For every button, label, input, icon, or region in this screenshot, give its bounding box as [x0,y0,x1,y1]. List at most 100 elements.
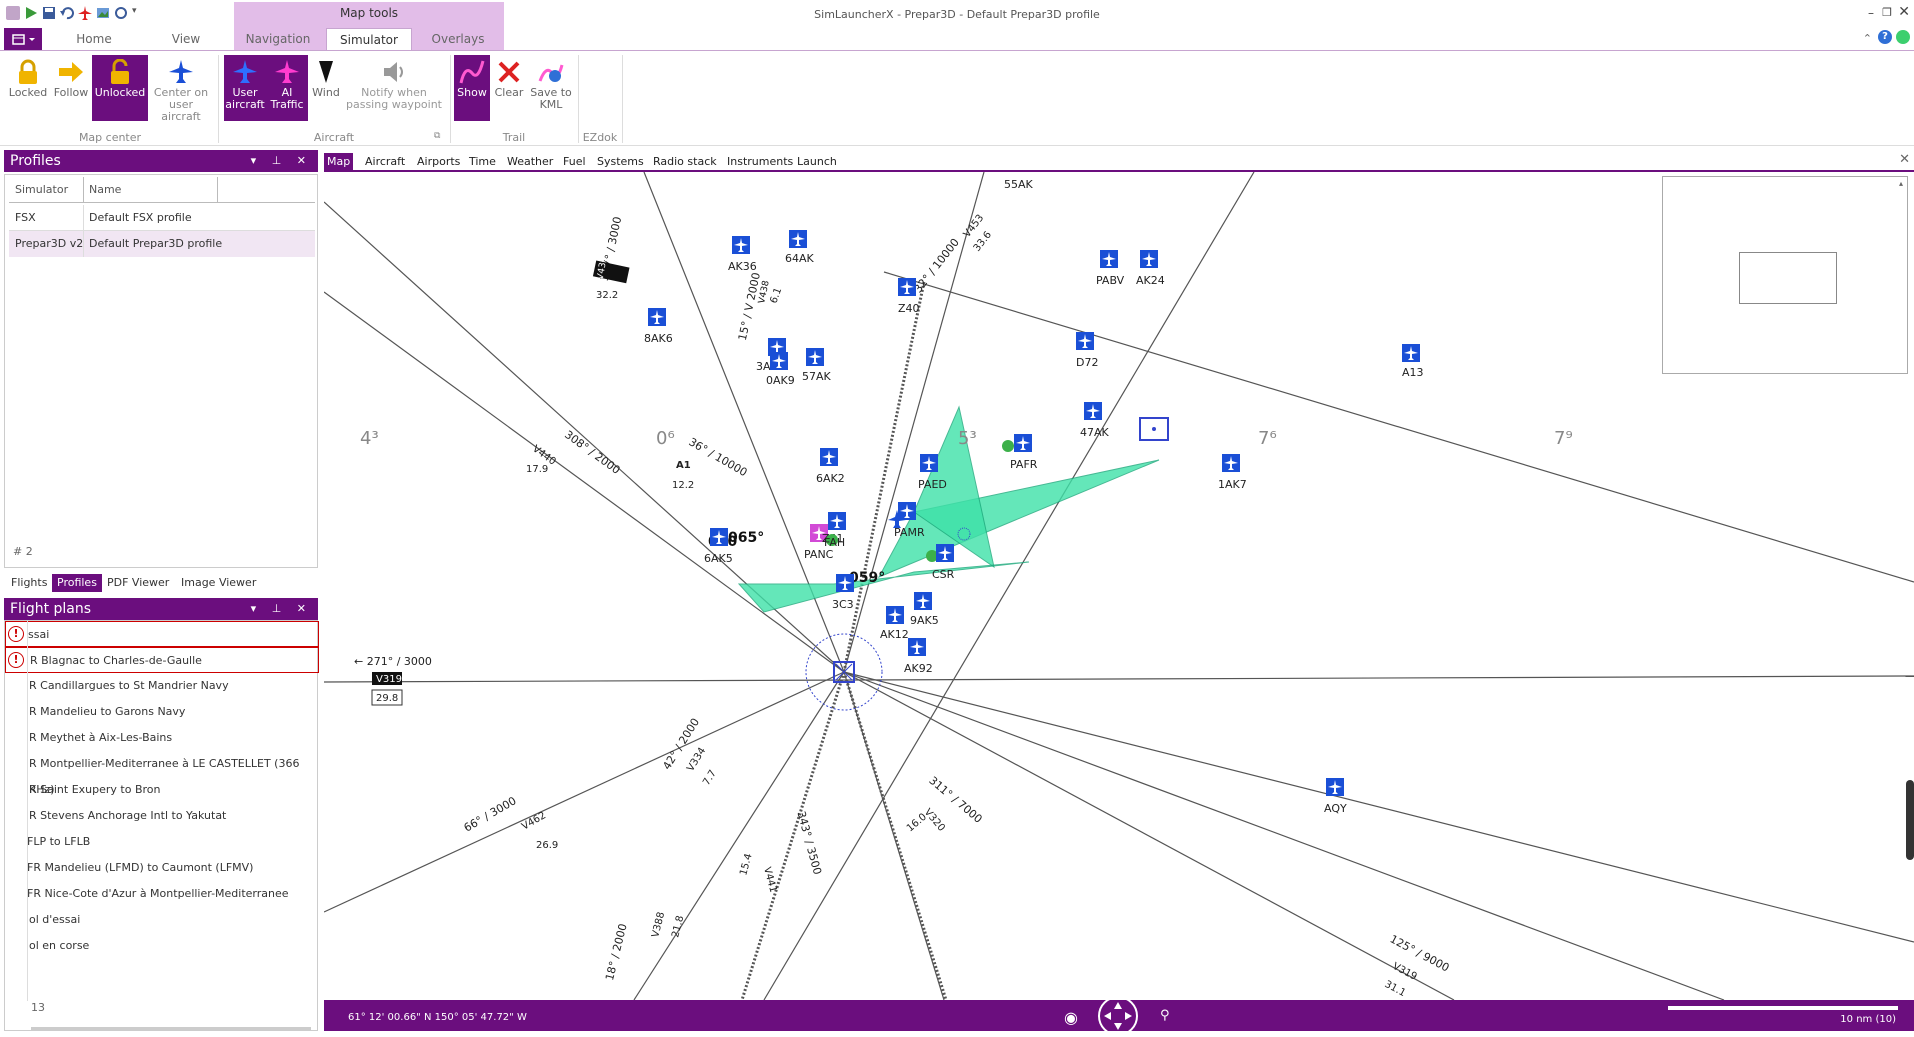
column-divider [83,177,84,203]
left-panel-tabs: Flights Profiles PDF Viewer Image Viewer [4,574,318,592]
flight-plan-item[interactable]: ol d'essai [5,907,319,933]
tab-radio-stack[interactable]: Radio stack [650,153,720,170]
flight-plan-item[interactable]: R Candillargues to St Mandrier Navy [5,673,319,699]
clear-trail-button[interactable]: Clear [490,55,528,121]
tab-instruments[interactable]: Instruments [724,153,796,170]
panel-controls[interactable]: ▾ ⊥ ✕ [251,598,312,620]
minimap-viewport[interactable] [1739,252,1837,304]
airport-a13: A13 [1402,344,1424,379]
tab-time[interactable]: Time [466,153,499,170]
flight-plan-item[interactable]: R Stevens Anchorage Intl to Yakutat [5,803,319,829]
flight-plan-item[interactable]: FLP to LFLB [5,829,319,855]
svg-text:AK12: AK12 [880,628,909,641]
svg-text:PANC: PANC [804,548,834,561]
svg-text:AK36: AK36 [728,260,757,273]
minimap-collapse-icon[interactable]: ▴ [1899,179,1903,188]
column-header-simulator[interactable]: Simulator [15,177,68,203]
horizontal-scrollbar[interactable] [31,1027,311,1030]
side-panel-handle[interactable] [1906,780,1914,860]
group-label-ezdok: EZdok [582,131,618,144]
svg-text:PABV: PABV [1096,274,1125,287]
unlocked-button[interactable]: Unlocked [92,55,148,121]
close-map-tab-icon[interactable]: ✕ [1899,152,1910,167]
user-aircraft-button[interactable]: User aircraft [224,55,266,121]
tab-navigation[interactable]: Navigation [236,28,320,50]
flight-plans-panel-title: Flight plans [10,601,92,617]
flight-plan-item[interactable]: R Montpellier-Mediterranee à LE CASTELLE… [5,751,319,796]
locked-button[interactable]: Locked [6,55,50,121]
zoom-icon[interactable]: ⚲ [1160,1008,1170,1023]
collapse-ribbon-icon[interactable]: ⌃ [1863,32,1872,45]
center-on-user-aircraft-button[interactable]: Center on user aircraft [148,55,214,123]
tab-flights[interactable]: Flights [6,574,52,592]
flight-plans-panel: ! ssai ! R Blagnac to Charles-de-Gaulle R … [4,620,319,1031]
profiles-grid-header: Simulator Name [9,177,315,203]
flight-plan-item[interactable]: R Meythet à Aix-Les-Bains [5,725,319,751]
group-label-map-center: Map center [78,131,142,144]
tab-pdf-viewer[interactable]: PDF Viewer [102,574,174,592]
svg-text:12.2: 12.2 [672,480,694,491]
tab-weather[interactable]: Weather [504,153,556,170]
show-trail-button[interactable]: Show [454,55,490,121]
ribbon: Locked Follow Unlocked Center on user ai… [0,50,1914,146]
flight-plan-item[interactable]: ! R Blagnac to Charles-de-Gaulle [5,647,319,673]
file-menu-button[interactable] [4,28,42,50]
airport-47ak: 47AK [1080,402,1110,439]
error-icon: ! [8,652,24,668]
overview-minimap[interactable]: ▴ [1662,176,1908,374]
restore-icon[interactable]: ❐ [1882,6,1892,19]
close-icon[interactable]: ✕ [1898,4,1910,20]
tab-home[interactable]: Home [64,28,124,50]
pan-control-icon[interactable] [1098,996,1138,1036]
tab-fuel[interactable]: Fuel [560,153,589,170]
svg-text:V441: V441 [761,866,778,894]
tab-image-viewer[interactable]: Image Viewer [176,574,261,592]
tab-airports[interactable]: Airports [414,153,463,170]
svg-text:55AK: 55AK [1004,178,1034,191]
svg-text:47AK: 47AK [1080,426,1110,439]
flight-plan-item[interactable]: R Saint Exupery to Bron [5,777,319,803]
flight-plan-item[interactable]: FR Mandelieu (LFMD) to Caumont (LFMV) [5,855,319,881]
airport-fah: FAH [824,534,845,549]
follow-button[interactable]: Follow [50,55,92,121]
unlock-icon [111,59,129,84]
svg-text:V334: V334 [685,746,708,774]
save-kml-button[interactable]: Save to KML [528,55,574,121]
notify-waypoint-button[interactable]: Notify when passing waypoint [344,55,444,121]
table-row[interactable]: FSX Default FSX profile [9,205,315,231]
tab-overlays[interactable]: Overlays [418,28,498,50]
svg-text:6AK5: 6AK5 [704,552,733,565]
eye-icon[interactable]: ◉ [1064,1008,1078,1027]
table-row-selected[interactable]: Prepar3D v2 Default Prepar3D profile [9,231,315,257]
tab-view[interactable]: View [156,28,216,50]
panel-controls[interactable]: ▾ ⊥ ✕ [251,150,312,172]
tab-launch[interactable]: Launch [794,153,840,170]
tab-simulator[interactable]: Simulator [326,28,412,50]
airport-9ak5: 9AK5 [910,592,939,627]
flight-plan-item[interactable]: ol en corse [5,933,319,959]
tab-aircraft[interactable]: Aircraft [362,153,408,170]
group-divider [578,55,579,143]
help-icon[interactable]: ? [1878,30,1892,44]
tab-systems[interactable]: Systems [594,153,647,170]
contextual-tab-title: Map tools [339,6,399,20]
user-aircraft-icon [233,60,257,83]
wind-button[interactable]: Wind [308,55,344,121]
ai-traffic-button[interactable]: AI Traffic [266,55,308,121]
svg-text:57AK: 57AK [802,370,832,383]
minimize-icon[interactable]: – [1868,6,1874,20]
tab-map[interactable]: Map [324,153,354,170]
status-indicator-icon [1896,30,1910,44]
follow-arrow-icon [59,62,83,82]
flight-plan-item[interactable]: ! ssai [5,621,319,647]
flight-plan-item[interactable]: FR Nice-Cote d'Azur à Montpellier-Medite… [5,881,319,907]
dialog-launcher-icon[interactable]: ⧉ [434,131,440,141]
tab-profiles[interactable]: Profiles [52,574,102,592]
svg-text:← 271° / 3000: ← 271° / 3000 [354,655,432,668]
map-canvas[interactable]: 059° 065° 060 4³ 0⁶ 5³ 7⁶ 7⁹ 347° / 3000… [324,172,1914,1000]
flight-plan-item[interactable]: R Mandelieu to Garons Navy [5,699,319,725]
svg-text:V319: V319 [1391,961,1419,983]
column-divider [217,177,218,203]
svg-text:V319: V319 [376,674,402,685]
column-header-name[interactable]: Name [89,177,121,203]
